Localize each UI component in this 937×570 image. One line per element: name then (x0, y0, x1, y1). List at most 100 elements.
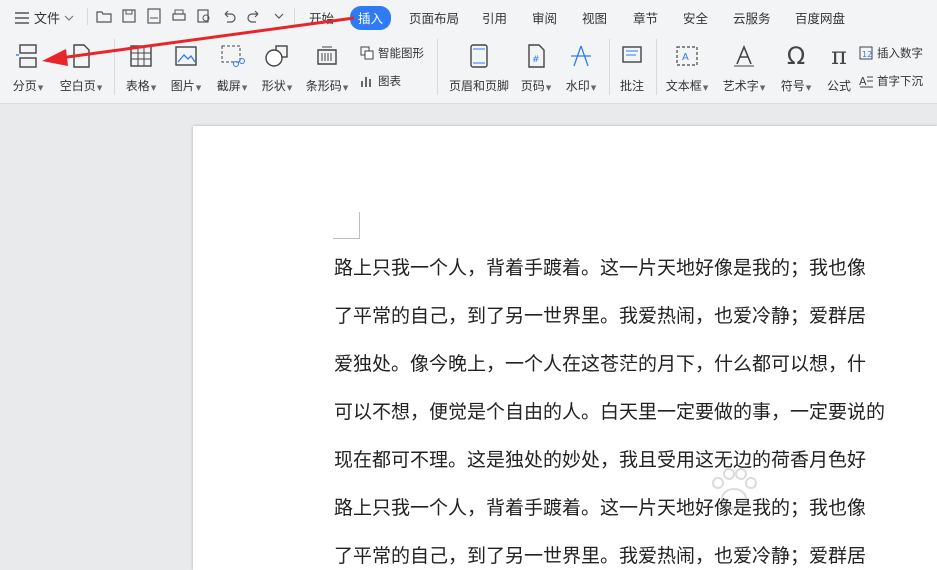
save-icon[interactable] (120, 7, 138, 25)
page-number-button[interactable]: # 页码▼ (517, 42, 555, 94)
screenshot-button[interactable]: 截屏▼ (212, 42, 252, 94)
text-line: 了平常的自己，到了另一世界里。我爱热闹，也爱冷静；爱群居 (334, 545, 867, 567)
table-icon (130, 45, 152, 67)
redo-icon[interactable] (245, 7, 263, 25)
tab-insert[interactable]: 插入 (350, 6, 392, 30)
divider (609, 39, 610, 95)
page-break-icon (16, 44, 37, 68)
customize-dropdown-icon[interactable] (270, 7, 288, 25)
file-menu[interactable]: 文件 (14, 8, 74, 27)
text-line: 了平常的自己，到了另一世界里。我爱热闹，也爱冷静；爱群居 (334, 305, 867, 327)
divider (87, 8, 88, 25)
scissors-icon (221, 45, 245, 67)
barcode-icon (317, 46, 337, 65)
open-folder-icon[interactable] (95, 7, 113, 25)
shape-button[interactable]: 形状▼ (257, 42, 297, 94)
shape-label: 形状 (261, 79, 286, 93)
smart-shape-button[interactable]: 智能图形 (360, 45, 424, 61)
barcode-label: 条形码 (305, 79, 342, 93)
insert-number-button[interactable]: 12 插入数字 (859, 45, 923, 61)
blank-page-icon (73, 44, 90, 68)
text-line: 爱独处。像今晚上，一个人在这苍茫的月下，什么都可以想，什 (334, 353, 867, 375)
chevron-down-icon (64, 15, 74, 21)
formula-label: 公式 (826, 79, 851, 93)
file-menu-label: 文件 (34, 12, 61, 27)
text-line: 路上只我一个人，背着手踱着。这一片天地好像是我的；我也像 (334, 257, 867, 279)
page-number-icon: # (528, 44, 545, 68)
chart-button[interactable]: 图表 (360, 73, 401, 89)
comment-button[interactable]: 批注 (614, 42, 650, 94)
watermark-icon (571, 45, 591, 67)
page-number-label: 页码 (520, 79, 545, 93)
picture-button[interactable]: 图片▼ (167, 42, 205, 94)
omega-icon: Ω (786, 42, 806, 70)
wordart-button[interactable]: 艺术字▼ (719, 42, 769, 94)
document-page[interactable]: 路上只我一个人，背着手踱着。这一片天地好像是我的；我也像 了平常的自己，到了另一… (193, 126, 937, 570)
symbol-button[interactable]: Ω 符号▼ (777, 42, 815, 94)
header-footer-label: 页眉和页脚 (448, 79, 509, 93)
text-line: 现在都可不理。这是独处的妙处，我且受用这无边的荷香月色好 (334, 449, 867, 471)
print-icon[interactable] (170, 7, 188, 25)
menu-bar: 文件 开始 插入 页面布局 引用 审阅 视图 章节 安全 云服务 百度网盘 (0, 0, 937, 33)
tab-references[interactable]: 引用 (482, 8, 507, 27)
tab-page-layout[interactable]: 页面布局 (409, 8, 459, 27)
tab-start[interactable]: 开始 (309, 8, 334, 27)
bar-chart-icon (361, 77, 371, 87)
symbol-label: 符号 (780, 79, 805, 93)
drop-cap-icon: A (859, 75, 873, 88)
tab-security[interactable]: 安全 (683, 8, 708, 27)
page-break-button[interactable]: 分页▼ (8, 42, 48, 94)
divider (656, 39, 657, 95)
blank-page-label: 空白页 (59, 79, 96, 93)
print-preview-icon[interactable] (195, 7, 213, 25)
page-break-label: 分页 (12, 79, 37, 93)
barcode-button[interactable]: 条形码▼ (303, 42, 351, 94)
pi-icon: π (831, 42, 847, 70)
undo-icon[interactable] (220, 7, 238, 25)
tab-chapter[interactable]: 章节 (633, 8, 658, 27)
comment-icon (622, 46, 642, 63)
divider (437, 39, 438, 95)
smart-shape-label: 智能图形 (378, 46, 424, 60)
text-line: 可以不想，便觉是个自由的人。白天里一定要做的事，一定要说的 (334, 401, 886, 423)
wordart-label: 艺术字 (722, 79, 759, 93)
blank-page-button[interactable]: 空白页▼ (56, 42, 106, 94)
table-button[interactable]: 表格▼ (122, 42, 160, 94)
margin-corner-mark (333, 212, 360, 239)
header-footer-icon (470, 44, 488, 68)
table-label: 表格 (125, 79, 150, 93)
formula-button[interactable]: π 公式 (823, 42, 855, 94)
svg-text:A: A (682, 52, 689, 63)
screenshot-label: 截屏 (216, 79, 241, 93)
textbox-button[interactable]: A 文本框▼ (662, 42, 712, 94)
watermark-label: 水印 (565, 79, 590, 93)
shape-icon (265, 45, 288, 67)
watermark-paw-icon (712, 468, 757, 510)
smart-shape-icon (360, 46, 374, 60)
tab-baidu-netdisk[interactable]: 百度网盘 (795, 8, 845, 27)
text-line: 路上只我一个人，背着手踱着。这一片天地好像是我的；我也像 (334, 497, 867, 519)
insert-number-label: 插入数字 (877, 46, 923, 60)
textbox-label: 文本框 (665, 79, 702, 93)
tab-cloud-service[interactable]: 云服务 (733, 8, 771, 27)
export-pdf-icon[interactable] (145, 7, 163, 25)
chart-label: 图表 (378, 74, 401, 88)
textbox-icon: A (676, 46, 698, 66)
picture-icon (175, 46, 197, 66)
picture-label: 图片 (170, 79, 195, 93)
wordart-icon (734, 44, 754, 67)
ribbon-insert: 分页▼ 空白页▼ 表格▼ 图片▼ 截屏▼ 形状▼ 条形码▼ 智能图形 图表 页眉… (0, 33, 937, 104)
comment-label: 批注 (619, 79, 644, 93)
drop-cap-label: 首字下沉 (877, 74, 923, 88)
svg-text:A: A (859, 75, 867, 88)
divider (294, 8, 295, 25)
header-footer-button[interactable]: 页眉和页脚 (446, 42, 512, 94)
watermark-button[interactable]: 水印▼ (562, 42, 600, 94)
svg-text:#: # (532, 55, 540, 65)
tab-review[interactable]: 审阅 (532, 8, 557, 27)
hamburger-icon (15, 11, 29, 24)
tab-view[interactable]: 视图 (582, 8, 607, 27)
insert-number-icon: 12 (859, 46, 873, 60)
drop-cap-button[interactable]: A 首字下沉 (859, 73, 923, 89)
svg-text:12: 12 (862, 50, 872, 59)
